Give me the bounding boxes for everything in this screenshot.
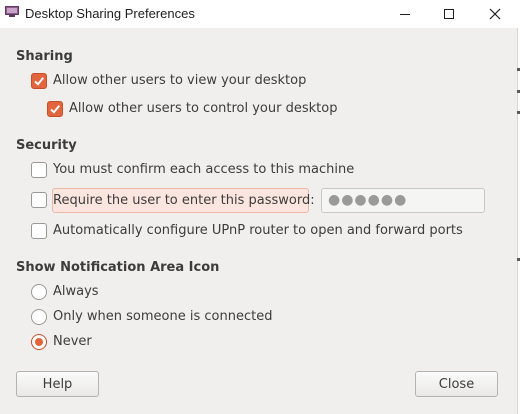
password-field[interactable]: ●●●●●● <box>321 188 485 213</box>
never-radio[interactable] <box>31 334 47 350</box>
close-icon <box>489 8 501 20</box>
confirm-access-label[interactable]: You must confirm each access to this mac… <box>53 162 354 177</box>
control-desktop-checkbox[interactable] <box>47 101 63 117</box>
radio-selected-dot <box>35 338 43 346</box>
always-radio[interactable] <box>31 284 47 300</box>
when-connected-label[interactable]: Only when someone is connected <box>53 309 272 324</box>
maximize-icon <box>444 9 454 19</box>
require-password-checkbox[interactable] <box>31 192 47 208</box>
close-window-button[interactable] <box>472 0 518 28</box>
help-button[interactable]: Help <box>16 371 99 397</box>
window-title: Desktop Sharing Preferences <box>25 6 195 21</box>
when-connected-radio[interactable] <box>31 309 47 325</box>
close-button[interactable]: Close <box>415 371 498 397</box>
security-heading: Security <box>16 138 77 153</box>
view-desktop-label[interactable]: Allow other users to view your desktop <box>53 73 306 88</box>
never-label[interactable]: Never <box>53 334 92 349</box>
upnp-checkbox[interactable] <box>31 223 47 239</box>
minimize-icon <box>400 14 410 15</box>
checkmark-icon <box>50 105 60 114</box>
always-label[interactable]: Always <box>53 284 99 299</box>
upnp-label[interactable]: Automatically configure UPnP router to o… <box>53 223 463 238</box>
confirm-access-checkbox[interactable] <box>31 162 47 178</box>
app-icon <box>5 6 19 17</box>
checkmark-icon <box>34 77 44 86</box>
sharing-heading: Sharing <box>16 49 73 64</box>
notification-heading: Show Notification Area Icon <box>16 260 220 275</box>
minimize-button[interactable] <box>382 0 428 28</box>
maximize-button[interactable] <box>426 0 472 28</box>
control-desktop-label[interactable]: Allow other users to control your deskto… <box>69 101 337 116</box>
view-desktop-checkbox[interactable] <box>31 73 47 89</box>
require-password-label[interactable]: Require the user to enter this password: <box>53 193 315 208</box>
